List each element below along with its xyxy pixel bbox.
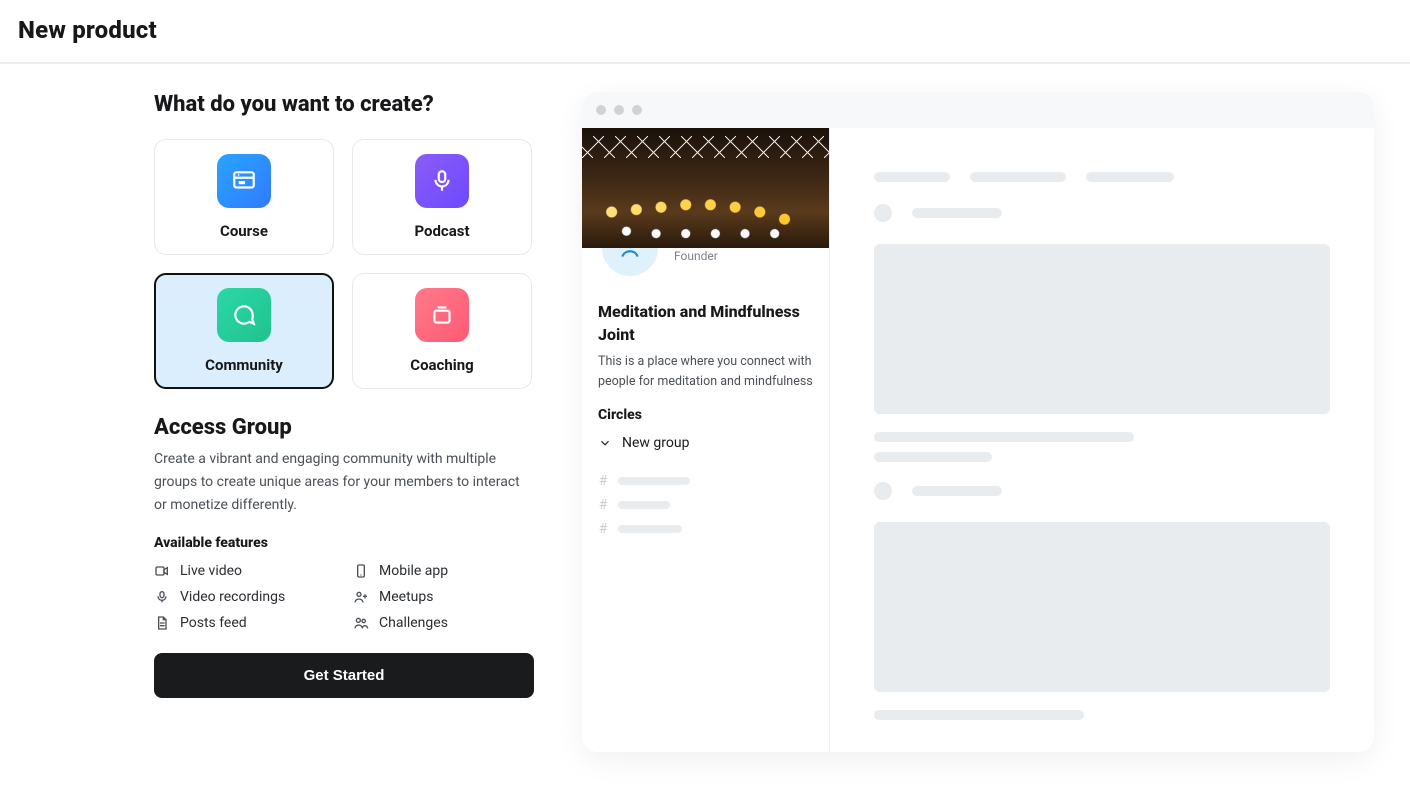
bunting-decor-icon	[582, 136, 829, 158]
circles-label: Circles	[598, 407, 813, 423]
window-icon	[217, 154, 271, 208]
skeleton-pill	[912, 486, 1002, 496]
channel-skeleton: #	[598, 473, 813, 489]
topbar: New product	[0, 0, 1410, 64]
preview-sidebar: Prasanna Jorah Founder Meditation and Mi…	[582, 128, 830, 752]
section-description: Create a vibrant and engaging community …	[154, 448, 534, 517]
skeleton-bar	[618, 501, 670, 509]
tile-coaching-label: Coaching	[410, 356, 473, 374]
feature-label: Challenges	[379, 615, 448, 631]
feature-mobile-app: Mobile app	[353, 563, 534, 579]
feature-meetups: Meetups	[353, 589, 534, 605]
skeleton-bar	[618, 525, 682, 533]
mobile-icon	[353, 563, 369, 579]
feature-live-video: Live video	[154, 563, 335, 579]
skeleton-pill	[970, 172, 1066, 182]
tile-community[interactable]: Community	[154, 273, 334, 389]
features-list: Live video Mobile app Video recordings M…	[154, 563, 534, 631]
feature-label: Posts feed	[180, 615, 247, 631]
new-group[interactable]: New group	[598, 435, 813, 451]
chevron-down-icon	[598, 436, 612, 450]
tile-course-label: Course	[220, 222, 268, 240]
author-skeleton	[874, 482, 1330, 500]
page: What do you want to create? Course	[0, 64, 1410, 788]
preview-window: Prasanna Jorah Founder Meditation and Mi…	[582, 92, 1374, 752]
community-description: This is a place where you connect with p…	[598, 352, 813, 391]
new-group-label: New group	[622, 435, 689, 451]
skeleton-pill	[874, 172, 950, 182]
hash-icon: #	[598, 473, 608, 489]
tile-community-label: Community	[205, 356, 283, 374]
skeleton-pill	[1086, 172, 1174, 182]
preview-feed	[830, 128, 1374, 752]
tile-course[interactable]: Course	[154, 139, 334, 255]
hash-icon: #	[598, 521, 608, 537]
channels-skeleton: # # #	[598, 465, 813, 545]
window-chrome	[582, 92, 1374, 128]
skeleton-pill	[912, 208, 1002, 218]
mic-small-icon	[154, 589, 170, 605]
create-heading: What do you want to create?	[154, 92, 534, 117]
skeleton-line	[874, 452, 992, 462]
features-title: Available features	[154, 535, 534, 551]
page-title: New product	[18, 16, 1392, 44]
feature-posts-feed: Posts feed	[154, 615, 335, 631]
hash-icon: #	[598, 497, 608, 513]
skeleton-line	[874, 710, 1084, 720]
section-title: Access Group	[154, 415, 534, 440]
feature-label: Live video	[180, 563, 242, 579]
tabs-skeleton	[874, 172, 1330, 182]
window-dot-icon	[596, 105, 606, 115]
microphone-icon	[415, 154, 469, 208]
feature-label: Mobile app	[379, 563, 448, 579]
skeleton-avatar	[874, 482, 892, 500]
users-icon	[353, 615, 369, 631]
channel-skeleton: #	[598, 521, 813, 537]
chat-bubble-icon	[217, 288, 271, 342]
skeleton-avatar	[874, 204, 892, 222]
tile-podcast[interactable]: Podcast	[352, 139, 532, 255]
product-tiles: Course Podcast	[154, 139, 534, 389]
feature-label: Meetups	[379, 589, 433, 605]
window-dot-icon	[632, 105, 642, 115]
cards-stack-icon	[415, 288, 469, 342]
left-panel: What do you want to create? Course	[154, 92, 534, 752]
skeleton-bar	[618, 477, 690, 485]
skeleton-block	[874, 522, 1330, 692]
video-icon	[154, 563, 170, 579]
document-icon	[154, 615, 170, 631]
cover-image	[582, 128, 829, 248]
feature-label: Video recordings	[180, 589, 285, 605]
user-plus-icon	[353, 589, 369, 605]
skeleton-line	[874, 432, 1134, 442]
tile-coaching[interactable]: Coaching	[352, 273, 532, 389]
owner-role: Founder	[674, 249, 773, 263]
window-dot-icon	[614, 105, 624, 115]
tile-podcast-label: Podcast	[414, 222, 469, 240]
get-started-button[interactable]: Get Started	[154, 653, 534, 698]
community-title: Meditation and Mindfulness Joint	[598, 300, 813, 346]
skeleton-block	[874, 244, 1330, 414]
feature-challenges: Challenges	[353, 615, 534, 631]
channel-skeleton: #	[598, 497, 813, 513]
preview-body: Prasanna Jorah Founder Meditation and Mi…	[582, 128, 1374, 752]
author-skeleton	[874, 204, 1330, 222]
feature-video-recordings: Video recordings	[154, 589, 335, 605]
